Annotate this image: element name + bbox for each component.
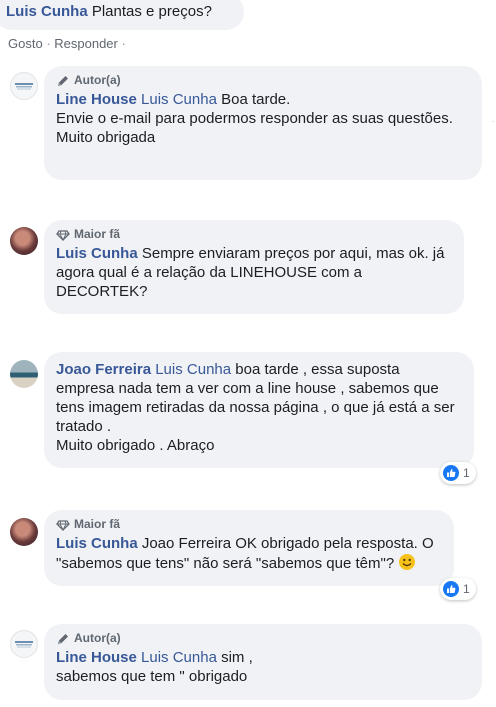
pencil-icon — [58, 633, 68, 644]
avatar[interactable] — [10, 630, 38, 658]
comment-text: Boa tarde. — [221, 91, 291, 108]
comment-bubble: Maior fã Luis Cunha Joao Ferreira OK obr… — [44, 510, 454, 586]
reaction-count[interactable]: 1 — [440, 578, 476, 600]
badge-label: Maior fã — [74, 517, 121, 531]
mention-link[interactable]: Luis Cunha — [155, 361, 231, 378]
fan-badge: Maior fã — [56, 516, 442, 533]
like-link[interactable]: Gosto — [8, 36, 43, 51]
comment-author[interactable]: Joao Ferreira — [56, 361, 151, 378]
comment-bubble: Autor(a) Line House Luis Cunha sim , sab… — [44, 624, 482, 700]
reaction-number: 1 — [463, 582, 470, 596]
diamond-icon — [56, 519, 70, 531]
comment-author[interactable]: Line House — [56, 649, 137, 666]
author-badge: Autor(a) — [56, 630, 470, 647]
comment-bubble: Autor(a) Line House Luis Cunha Boa tarde… — [44, 66, 482, 180]
reaction-count[interactable]: 1 — [440, 462, 476, 484]
comment-text: Envie o e-mail para podermos responder a… — [56, 110, 453, 127]
badge-label: Autor(a) — [74, 631, 121, 645]
scroll-indicator[interactable]: ˙ — [492, 120, 496, 130]
mention-link[interactable]: Luis Cunha — [141, 91, 217, 108]
avatar[interactable] — [10, 227, 38, 255]
avatar[interactable] — [10, 72, 38, 100]
comment-text: Muito obrigado . Abraço — [56, 437, 215, 454]
line-house-logo-icon — [15, 641, 33, 648]
badge-label: Maior fã — [74, 227, 121, 241]
comment-author[interactable]: Luis Cunha — [56, 245, 138, 262]
like-icon — [443, 465, 459, 481]
avatar[interactable] — [10, 518, 38, 546]
pencil-icon — [58, 75, 68, 86]
diamond-icon — [56, 229, 70, 241]
like-icon — [443, 581, 459, 597]
comment-text: Muito obrigada — [56, 129, 156, 146]
badge-label: Autor(a) — [74, 73, 121, 87]
comment-author[interactable]: Luis Cunha — [56, 535, 138, 552]
comment-bubble: Maior fã Luis Cunha Sempre enviaram preç… — [44, 220, 464, 314]
comment-bubble: Joao Ferreira Luis Cunha boa tarde , ess… — [44, 352, 474, 468]
smiley-emoji-icon — [399, 554, 416, 570]
top-comment-bubble: Luis Cunha Plantas e preços? — [0, 0, 244, 30]
reaction-number: 1 — [463, 466, 470, 480]
reply-link[interactable]: Responder — [54, 36, 118, 51]
comment-actions: Gosto · Responder · — [8, 36, 126, 51]
avatar[interactable] — [10, 360, 38, 388]
line-house-logo-icon — [15, 83, 33, 90]
author-badge: Autor(a) — [56, 72, 470, 89]
comment-author[interactable]: Luis Cunha — [6, 3, 88, 20]
fan-badge: Maior fã — [56, 226, 452, 243]
mention-link[interactable]: Luis Cunha — [141, 649, 217, 666]
comment-text: Plantas e preços? — [91, 3, 212, 20]
comment-author[interactable]: Line House — [56, 91, 137, 108]
